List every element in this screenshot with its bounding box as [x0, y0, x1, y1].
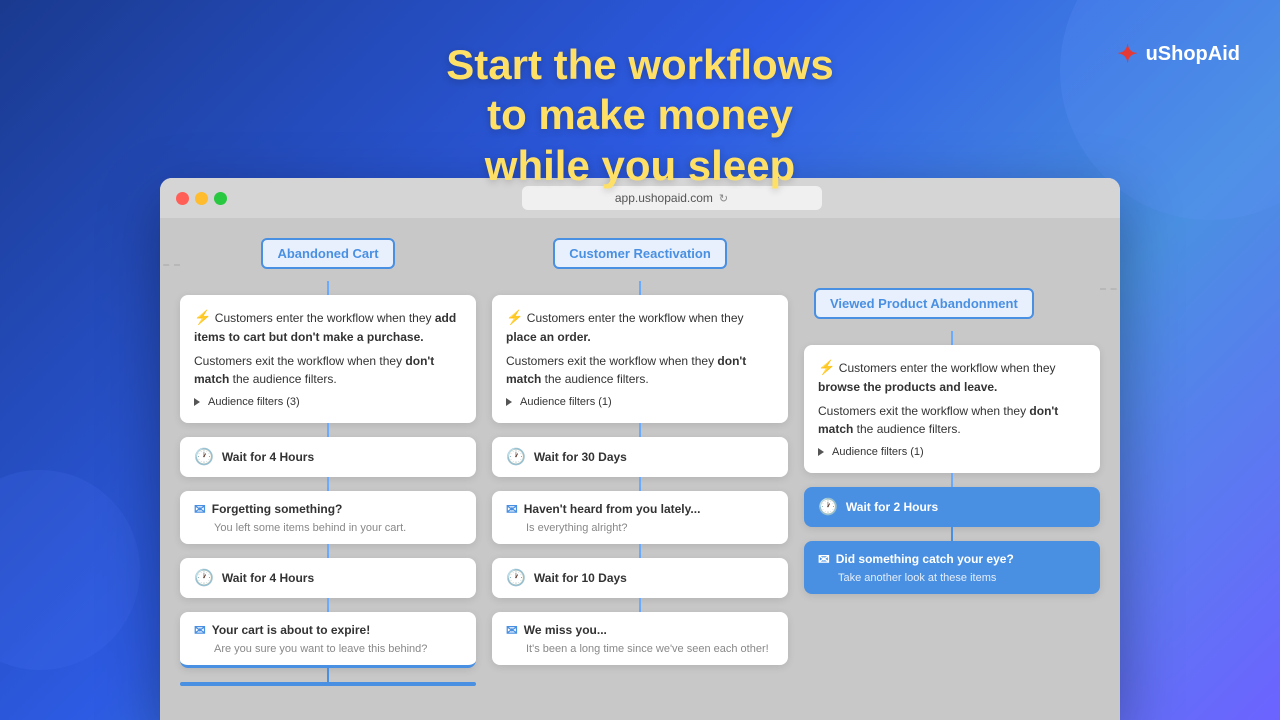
chevron-icon [194, 398, 200, 406]
column-viewed-product: Viewed Product Abandonment ⚡ Customers e… [804, 288, 1100, 700]
wait-card-col1-2[interactable]: 🕐 Wait for 4 Hours [180, 558, 476, 598]
connector-2d [639, 544, 641, 558]
tab-customer-reactivation[interactable]: Customer Reactivation [553, 238, 727, 269]
audience-label-col3: Audience filters (1) [832, 444, 924, 461]
audience-toggle-col1[interactable]: Audience filters (3) [194, 394, 462, 411]
connector-1f [327, 668, 329, 682]
connector-1b [327, 423, 329, 437]
email-preview-col1-2: Are you sure you want to leave this behi… [194, 643, 462, 655]
browser-window: app.ushopaid.com ↻ Abandoned Cart ⚡ Cust… [160, 178, 1120, 720]
lightning-icon-col3: ⚡ [818, 359, 835, 375]
wait-label-col1-2: Wait for 4 Hours [222, 571, 314, 585]
connector-1d [327, 544, 329, 558]
exit-text-col2: Customers exit the workflow when they do… [506, 352, 774, 388]
connector-2b [639, 423, 641, 437]
lightning-icon-col1: ⚡ [194, 309, 211, 325]
clock-icon-col3-1: 🕐 [818, 497, 838, 517]
email-icon-col2-1: ✉ [506, 501, 518, 518]
email-subject-col2-1: Haven't heard from you lately... [524, 502, 701, 516]
chevron-icon-col3 [818, 448, 824, 456]
audience-toggle-col3[interactable]: Audience filters (1) [818, 444, 1086, 461]
connector-3b [951, 473, 953, 487]
tab-abandoned-cart[interactable]: Abandoned Cart [261, 238, 394, 269]
headline: Start the workflows to make money while … [440, 40, 840, 191]
tab-viewed-product[interactable]: Viewed Product Abandonment [814, 288, 1034, 319]
trigger-text-col2: ⚡ Customers enter the workflow when they… [506, 307, 774, 346]
email-header-col2-2: ✉ We miss you... [506, 622, 774, 639]
email-card-col3-1[interactable]: ✉ Did something catch your eye? Take ano… [804, 541, 1100, 594]
headline-line2: while you sleep [485, 142, 795, 189]
col1-bottom-bar [180, 682, 476, 686]
trigger-card-col2[interactable]: ⚡ Customers enter the workflow when they… [492, 295, 788, 423]
header: Start the workflows to make money while … [0, 0, 1280, 191]
email-preview-col2-1: Is everything alright? [506, 522, 774, 534]
wait-label-col3-1: Wait for 2 Hours [846, 500, 938, 514]
trigger-card-col3[interactable]: ⚡ Customers enter the workflow when they… [804, 345, 1100, 473]
email-subject-col1-2: Your cart is about to expire! [212, 623, 370, 637]
email-icon-1: ✉ [194, 501, 206, 518]
email-card-col2-2[interactable]: ✉ We miss you... It's been a long time s… [492, 612, 788, 665]
email-subject-col3-1: Did something catch your eye? [836, 552, 1014, 566]
audience-label-col2: Audience filters (1) [520, 394, 612, 411]
chevron-icon-col2 [506, 398, 512, 406]
email-preview-col1-1: You left some items behind in your cart. [194, 522, 462, 534]
email-subject-col1-1: Forgetting something? [212, 502, 343, 516]
connector-3c [951, 527, 953, 541]
browser-content: Abandoned Cart ⚡ Customers enter the wor… [160, 218, 1120, 720]
email-card-col1-2[interactable]: ✉ Your cart is about to expire! Are you … [180, 612, 476, 668]
deco-line-right [1100, 288, 1120, 290]
email-icon-col3-1: ✉ [818, 551, 830, 568]
email-icon-col2-2: ✉ [506, 622, 518, 639]
wait-card-col2-2[interactable]: 🕐 Wait for 10 Days [492, 558, 788, 598]
email-card-col1-1[interactable]: ✉ Forgetting something? You left some it… [180, 491, 476, 544]
logo-icon: ✦ [1117, 40, 1137, 69]
url-text: app.ushopaid.com [615, 191, 713, 205]
connector-1a [327, 281, 329, 295]
email-header-col2-1: ✉ Haven't heard from you lately... [506, 501, 774, 518]
exit-text-col1: Customers exit the workflow when they do… [194, 352, 462, 388]
connector-3a [951, 331, 953, 345]
minimize-button[interactable] [195, 192, 208, 205]
wait-card-col1-1[interactable]: 🕐 Wait for 4 Hours [180, 437, 476, 477]
trigger-text-col1: ⚡ Customers enter the workflow when they… [194, 307, 462, 346]
connector-2e [639, 598, 641, 612]
close-button[interactable] [176, 192, 189, 205]
connector-1c [327, 477, 329, 491]
column-customer-reactivation: Customer Reactivation ⚡ Customers enter … [492, 238, 788, 700]
wait-label-col2-2: Wait for 10 Days [534, 571, 627, 585]
deco-line-left [160, 264, 180, 266]
logo: ✦ uShopAid [1117, 40, 1240, 69]
clock-icon-col2-1: 🕐 [506, 447, 526, 467]
wait-label-col1-1: Wait for 4 Hours [222, 450, 314, 464]
email-header-col3-1: ✉ Did something catch your eye? [818, 551, 1086, 568]
wait-card-col3-1[interactable]: 🕐 Wait for 2 Hours [804, 487, 1100, 527]
traffic-lights [176, 192, 227, 205]
logo-name: uShopAid [1146, 43, 1240, 66]
lightning-icon-col2: ⚡ [506, 309, 523, 325]
wait-card-col2-1[interactable]: 🕐 Wait for 30 Days [492, 437, 788, 477]
email-preview-col3-1: Take another look at these items [818, 572, 1086, 584]
audience-toggle-col2[interactable]: Audience filters (1) [506, 394, 774, 411]
connector-2a [639, 281, 641, 295]
email-header-col1-1: ✉ Forgetting something? [194, 501, 462, 518]
email-icon-2: ✉ [194, 622, 206, 639]
clock-icon-col2-2: 🕐 [506, 568, 526, 588]
trigger-card-col1[interactable]: ⚡ Customers enter the workflow when they… [180, 295, 476, 423]
email-card-col2-1[interactable]: ✉ Haven't heard from you lately... Is ev… [492, 491, 788, 544]
connector-1e [327, 598, 329, 612]
connector-2c [639, 477, 641, 491]
trigger-text-col3: ⚡ Customers enter the workflow when they… [818, 357, 1086, 396]
email-preview-col2-2: It's been a long time since we've seen e… [506, 643, 774, 655]
headline-line1: Start the workflows to make money [446, 41, 833, 138]
email-subject-col2-2: We miss you... [524, 623, 607, 637]
clock-icon-1: 🕐 [194, 447, 214, 467]
wait-label-col2-1: Wait for 30 Days [534, 450, 627, 464]
exit-text-col3: Customers exit the workflow when they do… [818, 402, 1086, 438]
column-abandoned-cart: Abandoned Cart ⚡ Customers enter the wor… [180, 238, 476, 700]
maximize-button[interactable] [214, 192, 227, 205]
clock-icon-2: 🕐 [194, 568, 214, 588]
audience-label-col1: Audience filters (3) [208, 394, 300, 411]
email-header-col1-2: ✉ Your cart is about to expire! [194, 622, 462, 639]
refresh-icon[interactable]: ↻ [719, 192, 728, 205]
